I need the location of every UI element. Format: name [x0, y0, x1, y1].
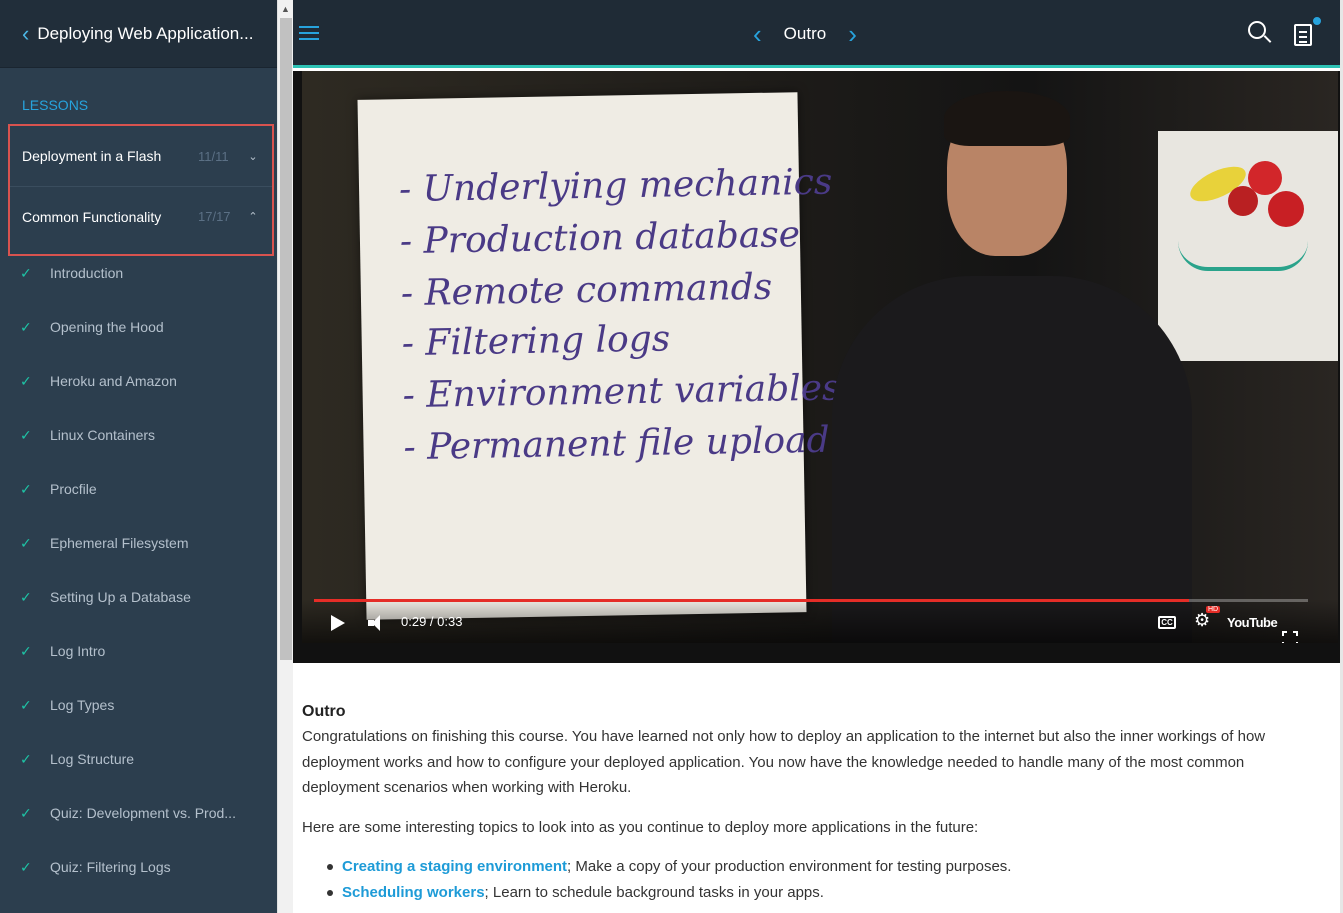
presenter-image: [832, 86, 1192, 643]
content-topics-intro: Here are some interesting topics to look…: [302, 818, 979, 836]
notes-icon[interactable]: [1294, 16, 1322, 46]
lesson-navigator: ‹ Outro ›: [753, 0, 857, 68]
board-text-line: - Filtering logs: [401, 318, 671, 365]
check-icon: ✓: [20, 804, 32, 821]
check-icon: ✓: [20, 696, 32, 713]
lesson-progress-count: 11/11: [198, 148, 229, 164]
check-icon: ✓: [20, 858, 32, 875]
board-text-line: - Permanent file upload: [403, 419, 830, 469]
settings-gear-icon[interactable]: ⚙ HD: [1194, 606, 1221, 631]
topic-item[interactable]: ✓ Introduction: [0, 246, 277, 300]
topic-label: Opening the Hood: [50, 319, 164, 335]
video-progress-fill: [314, 599, 1189, 602]
course-header[interactable]: ‹ Deploying Web Application...: [0, 0, 277, 68]
captions-icon[interactable]: CC: [1158, 616, 1176, 629]
check-icon: ✓: [20, 534, 32, 551]
topic-item[interactable]: ✓ Linux Containers: [0, 408, 277, 462]
topic-label: Procfile: [50, 481, 97, 497]
content-intro-paragraph: Congratulations on finishing this course…: [302, 728, 1266, 796]
top-navigation-bar: ‹ Outro ›: [293, 0, 1340, 68]
youtube-logo[interactable]: YouTube: [1227, 615, 1278, 630]
link-description: ; Learn to schedule background tasks in …: [484, 884, 824, 901]
check-icon: ✓: [20, 642, 32, 659]
lesson-item-common-functionality[interactable]: Common Functionality 17/17 ⌃: [10, 186, 272, 246]
topic-label: Quiz: Development vs. Prod...: [50, 805, 236, 821]
notification-dot: [1312, 16, 1322, 26]
topic-item[interactable]: ✓ Heroku and Amazon: [0, 354, 277, 408]
video-progress-bar[interactable]: [314, 599, 1308, 602]
board-text-line: - Remote commands: [400, 266, 773, 315]
lesson-item-deployment-in-a-flash[interactable]: Deployment in a Flash 11/11 ⌄: [10, 126, 272, 186]
topic-label: Introduction: [50, 265, 124, 281]
topic-item[interactable]: ✓ Log Types: [0, 678, 277, 732]
search-icon[interactable]: [1248, 21, 1272, 45]
topic-item[interactable]: ✓ Setting Up a Database: [0, 570, 277, 624]
scrollbar-thumb[interactable]: [280, 18, 292, 660]
topic-item[interactable]: ✓ Procfile: [0, 462, 277, 516]
sidebar-scrollbar[interactable]: ▲: [277, 0, 293, 913]
lesson-name: Common Functionality: [22, 208, 162, 225]
play-icon[interactable]: [331, 615, 345, 631]
lesson-content: Outro Congratulations on finishing this …: [302, 700, 1312, 906]
back-chevron-icon[interactable]: ‹: [22, 22, 29, 45]
topic-label: Quiz: Filtering Logs: [50, 859, 171, 875]
check-icon: ✓: [20, 480, 32, 497]
topic-item[interactable]: ✓ Log Intro: [0, 624, 277, 678]
check-icon: ✓: [20, 264, 32, 281]
video-time: 0:29 / 0:33: [401, 614, 463, 629]
chevron-down-icon[interactable]: ⌄: [246, 150, 260, 163]
hd-badge: HD: [1206, 606, 1221, 613]
topic-label: Log Structure: [50, 751, 135, 767]
topic-label: Log Intro: [50, 643, 106, 659]
topic-label: Setting Up a Database: [50, 589, 191, 605]
previous-chevron-icon[interactable]: ‹: [753, 21, 762, 47]
topic-label: Log Types: [50, 697, 115, 713]
video-player[interactable]: - Underlying mechanics - Production data…: [293, 71, 1340, 663]
list-item: Scheduling workers; Learn to schedule ba…: [324, 880, 1312, 906]
lesson-name: Deployment in a Flash: [22, 148, 162, 164]
topic-list: ✓ Introduction ✓ Opening the Hood ✓ Heroku …: [0, 246, 277, 894]
topic-label: Heroku and Amazon: [50, 373, 177, 389]
topic-item[interactable]: ✓ Opening the Hood: [0, 300, 277, 354]
topic-item[interactable]: ✓ Quiz: Development vs. Prod...: [0, 786, 277, 840]
fullscreen-icon[interactable]: [1282, 631, 1298, 643]
volume-icon[interactable]: [368, 615, 386, 631]
lesson-progress-count: 17/17: [198, 209, 231, 224]
link-description: ; Make a copy of your production environ…: [567, 858, 1012, 875]
check-icon: ✓: [20, 750, 32, 767]
lessons-section-label: LESSONS: [22, 97, 89, 113]
whiteboard-image: - Underlying mechanics - Production data…: [357, 92, 841, 620]
further-topics-list: Creating a staging environment; Make a c…: [324, 854, 1312, 906]
scroll-up-arrow-icon[interactable]: ▲: [278, 0, 293, 18]
content-heading: Outro: [302, 703, 346, 720]
topic-item[interactable]: ✓ Ephemeral Filesystem: [0, 516, 277, 570]
top-icon-group: [1248, 16, 1322, 46]
list-item: Creating a staging environment; Make a c…: [324, 854, 1312, 880]
lessons-highlight-box: Deployment in a Flash 11/11 ⌄ Common Fun…: [8, 124, 274, 256]
check-icon: ✓: [20, 372, 32, 389]
course-title[interactable]: Deploying Web Application...: [37, 24, 257, 44]
chevron-up-icon[interactable]: ⌃: [246, 210, 260, 223]
board-text-line: - Underlying mechanics: [398, 161, 833, 211]
next-chevron-icon[interactable]: ›: [848, 21, 857, 47]
board-text-line: - Environment variables: [402, 367, 841, 417]
current-lesson-title: Outro: [783, 24, 827, 43]
video-frame[interactable]: - Underlying mechanics - Production data…: [302, 71, 1338, 643]
topic-label: Linux Containers: [50, 427, 156, 443]
scheduling-workers-link[interactable]: Scheduling workers: [342, 884, 485, 901]
check-icon: ✓: [20, 588, 32, 605]
topic-label: Ephemeral Filesystem: [50, 535, 189, 551]
course-sidebar: ‹ Deploying Web Application... LESSONS D…: [0, 0, 277, 913]
check-icon: ✓: [20, 318, 32, 335]
check-icon: ✓: [20, 426, 32, 443]
topic-item[interactable]: ✓ Quiz: Filtering Logs: [0, 840, 277, 894]
video-controls: 0:29 / 0:33 CC ⚙ HD YouTube: [302, 599, 1338, 643]
topic-item[interactable]: ✓ Log Structure: [0, 732, 277, 786]
board-text-line: - Production database: [399, 214, 801, 263]
staging-environment-link[interactable]: Creating a staging environment: [342, 858, 567, 875]
menu-icon[interactable]: [299, 22, 319, 44]
